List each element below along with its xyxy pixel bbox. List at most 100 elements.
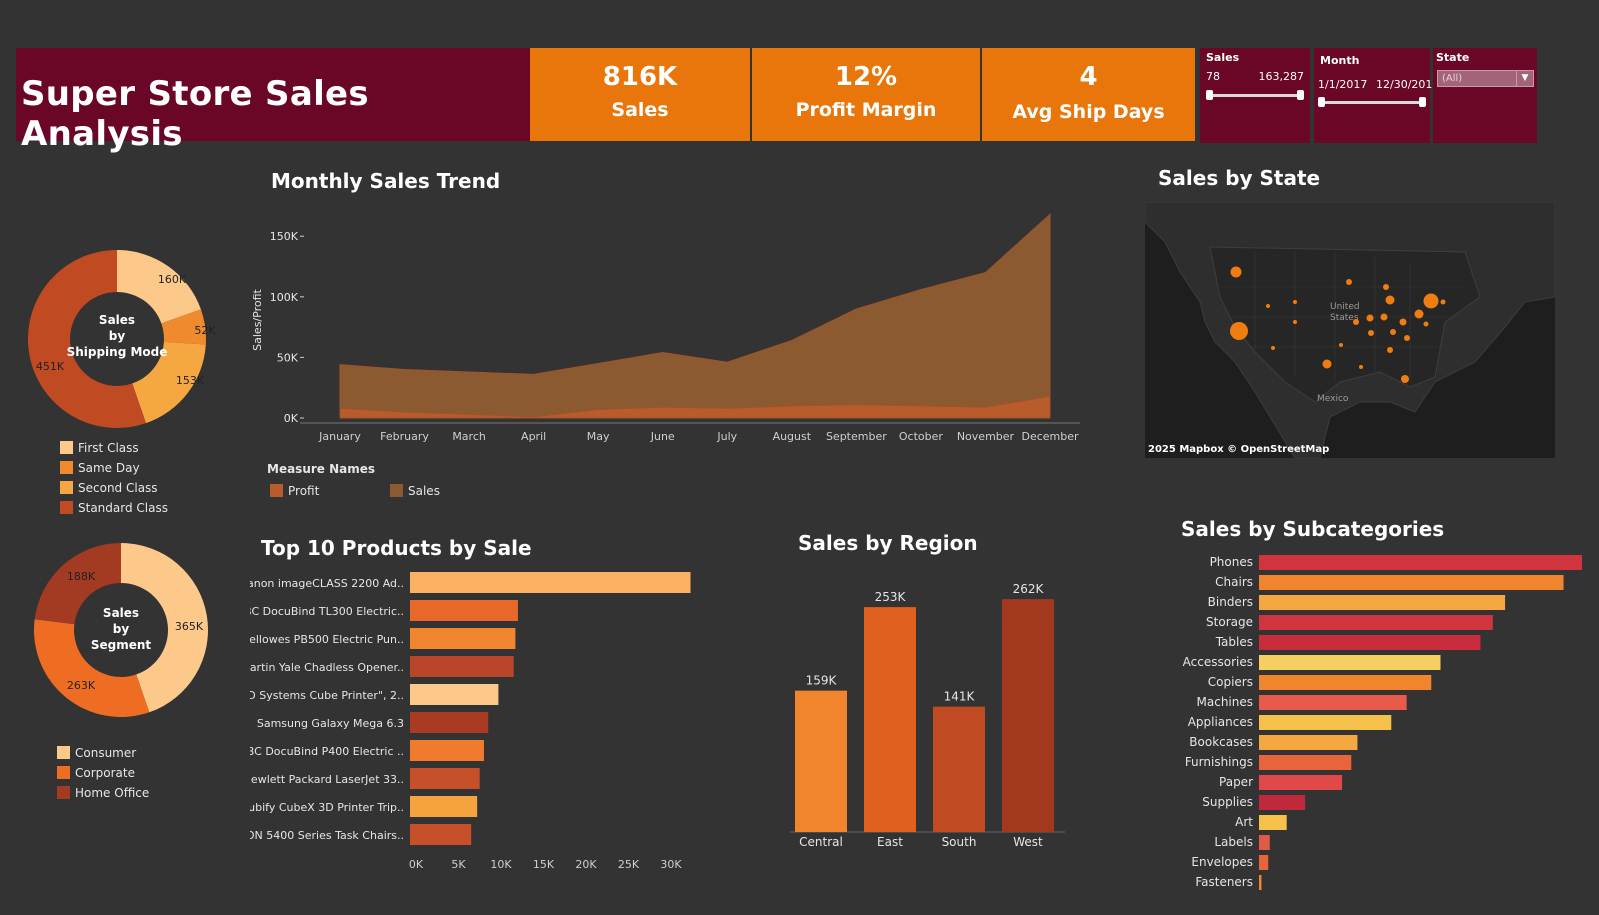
product-bar-6[interactable] (410, 712, 489, 733)
kpi-sales-value: 816K (602, 62, 678, 92)
product-bar-10[interactable] (410, 824, 472, 845)
legend-item-profit[interactable]: Profit (270, 481, 319, 501)
bubble-washington[interactable] (1230, 266, 1242, 278)
bubble-utah[interactable] (1266, 304, 1270, 308)
region-value-label-south: 141K (944, 690, 976, 704)
monthly-legend-title: Measure Names (267, 462, 376, 476)
region-bar-east[interactable] (864, 607, 916, 832)
subcategory-label-chairs: Chairs (1215, 575, 1253, 589)
subcategory-bar-envelopes[interactable] (1259, 855, 1269, 870)
product-bar-8[interactable] (410, 768, 480, 789)
map-canvas: United States Mexico (1145, 202, 1555, 458)
x-tick-label-december: December (1021, 430, 1079, 443)
product-bar-4[interactable] (410, 656, 514, 677)
legend-item-corporate[interactable]: Corporate (57, 763, 149, 783)
subcategory-bar-chairs[interactable] (1259, 575, 1564, 590)
subcategory-label-fasteners: Fasteners (1195, 875, 1253, 889)
top-products-chart: Canon imageCLASS 2200 Ad.. GBC DocuBind T… (250, 572, 691, 871)
subcategory-label-envelopes: Envelopes (1191, 855, 1253, 869)
bubble-virginia[interactable] (1399, 318, 1407, 326)
region-bar-central[interactable] (795, 690, 847, 832)
sales-by-state-map[interactable]: United States Mexico 2025 Mapbox © OpenS… (1145, 202, 1555, 458)
product-bar-1[interactable] (410, 572, 691, 593)
legend-item-standard-class[interactable]: Standard Class (60, 498, 168, 518)
bubble-indiana[interactable] (1366, 314, 1374, 322)
legend-item-consumer[interactable]: Consumer (57, 743, 149, 763)
bubble-north-carolina[interactable] (1404, 335, 1410, 341)
product-bar-3[interactable] (410, 628, 516, 649)
product-x-tick-label: 10K (490, 858, 512, 871)
month-slider-start-handle[interactable] (1318, 97, 1325, 107)
product-bar-7[interactable] (410, 740, 484, 761)
x-tick-label-february: February (380, 430, 429, 443)
subcategory-bar-storage[interactable] (1259, 615, 1493, 630)
y-tick-label: 100K (270, 291, 299, 304)
x-tick-label-march: March (452, 430, 486, 443)
product-label-6: Samsung Galaxy Mega 6.3 (257, 717, 404, 730)
legend-item-same-day[interactable]: Same Day (60, 458, 168, 478)
bubble-arizona[interactable] (1271, 346, 1275, 350)
sales-slider-min-handle[interactable] (1206, 90, 1213, 100)
map-credit: 2025 Mapbox © OpenStreetMap (1148, 444, 1330, 455)
bubble-illinois[interactable] (1385, 295, 1395, 305)
sales-range-slider[interactable] (1206, 90, 1304, 100)
subcategory-bar-binders[interactable] (1259, 595, 1506, 610)
subcategory-bar-supplies[interactable] (1259, 795, 1306, 810)
product-label-2: GBC DocuBind TL300 Electric.. (250, 605, 404, 618)
bubble-ohio[interactable] (1380, 313, 1388, 321)
subcategory-bar-fasteners[interactable] (1259, 875, 1262, 890)
chevron-down-icon[interactable]: ▼ (1516, 71, 1533, 86)
bubble-new-jersey[interactable] (1423, 321, 1429, 327)
bubble-missouri[interactable] (1353, 319, 1359, 325)
shipping-center-line-1: Sales (99, 313, 135, 327)
subcategory-bar-appliances[interactable] (1259, 715, 1392, 730)
region-bar-west[interactable] (1002, 599, 1054, 832)
month-slider-end-handle[interactable] (1419, 97, 1426, 107)
product-bar-2[interactable] (410, 600, 518, 621)
shipping-label-second-class: 153K (176, 374, 205, 387)
region-bar-south[interactable] (933, 706, 985, 832)
subcategory-bar-copiers[interactable] (1259, 675, 1432, 690)
month-filter-title: Month (1320, 54, 1360, 67)
subcategory-bar-paper[interactable] (1259, 775, 1343, 790)
state-dropdown[interactable]: (All) ▼ (1437, 70, 1534, 87)
legend-item-first-class[interactable]: First Class (60, 438, 168, 458)
bubble-new-mexico[interactable] (1293, 320, 1297, 324)
subcategory-label-paper: Paper (1219, 775, 1253, 789)
x-tick-label-may: May (587, 430, 610, 443)
product-label-1: Canon imageCLASS 2200 Ad.. (250, 577, 404, 590)
subcategory-bar-tables[interactable] (1259, 635, 1481, 650)
subcategory-bar-machines[interactable] (1259, 695, 1407, 710)
subcategory-bar-furnishings[interactable] (1259, 755, 1352, 770)
bubble-oklahoma[interactable] (1339, 343, 1343, 347)
product-bar-5[interactable] (410, 684, 499, 705)
bubble-georgia[interactable] (1387, 347, 1393, 353)
bubble-tennessee[interactable] (1390, 329, 1396, 335)
bubble-texas[interactable] (1322, 359, 1332, 369)
area-series-sales[interactable] (339, 213, 1051, 419)
kpi-avg-ship-days: 4 Avg Ship Days (982, 48, 1195, 141)
sales-slider-max-handle[interactable] (1297, 90, 1304, 100)
legend-item-home-office[interactable]: Home Office (57, 783, 149, 803)
bubble-massachusetts[interactable] (1440, 299, 1446, 305)
month-range-slider[interactable] (1318, 97, 1426, 107)
product-bar-9[interactable] (410, 796, 478, 817)
bubble-pennsylvania[interactable] (1414, 309, 1424, 319)
subcategory-bar-bookcases[interactable] (1259, 735, 1358, 750)
subcategory-bar-phones[interactable] (1259, 555, 1582, 570)
subcategory-bar-accessories[interactable] (1259, 655, 1441, 670)
legend-item-second-class[interactable]: Second Class (60, 478, 168, 498)
bubble-california[interactable] (1230, 322, 1248, 340)
bubble-colorado[interactable] (1293, 300, 1297, 304)
bubble-kentucky[interactable] (1368, 330, 1374, 336)
legend-item-sales[interactable]: Sales (390, 481, 440, 501)
subcategory-bar-labels[interactable] (1259, 835, 1270, 850)
bubble-florida[interactable] (1401, 375, 1409, 383)
bubble-new-york[interactable] (1423, 293, 1439, 309)
segment-label-consumer: 365K (175, 620, 204, 633)
bubble-michigan[interactable] (1383, 284, 1389, 290)
subcategory-bar-art[interactable] (1259, 815, 1287, 830)
bubble-minnesota[interactable] (1346, 279, 1352, 285)
region-value-label-central: 159K (806, 674, 838, 688)
bubble-louisiana[interactable] (1359, 365, 1363, 369)
